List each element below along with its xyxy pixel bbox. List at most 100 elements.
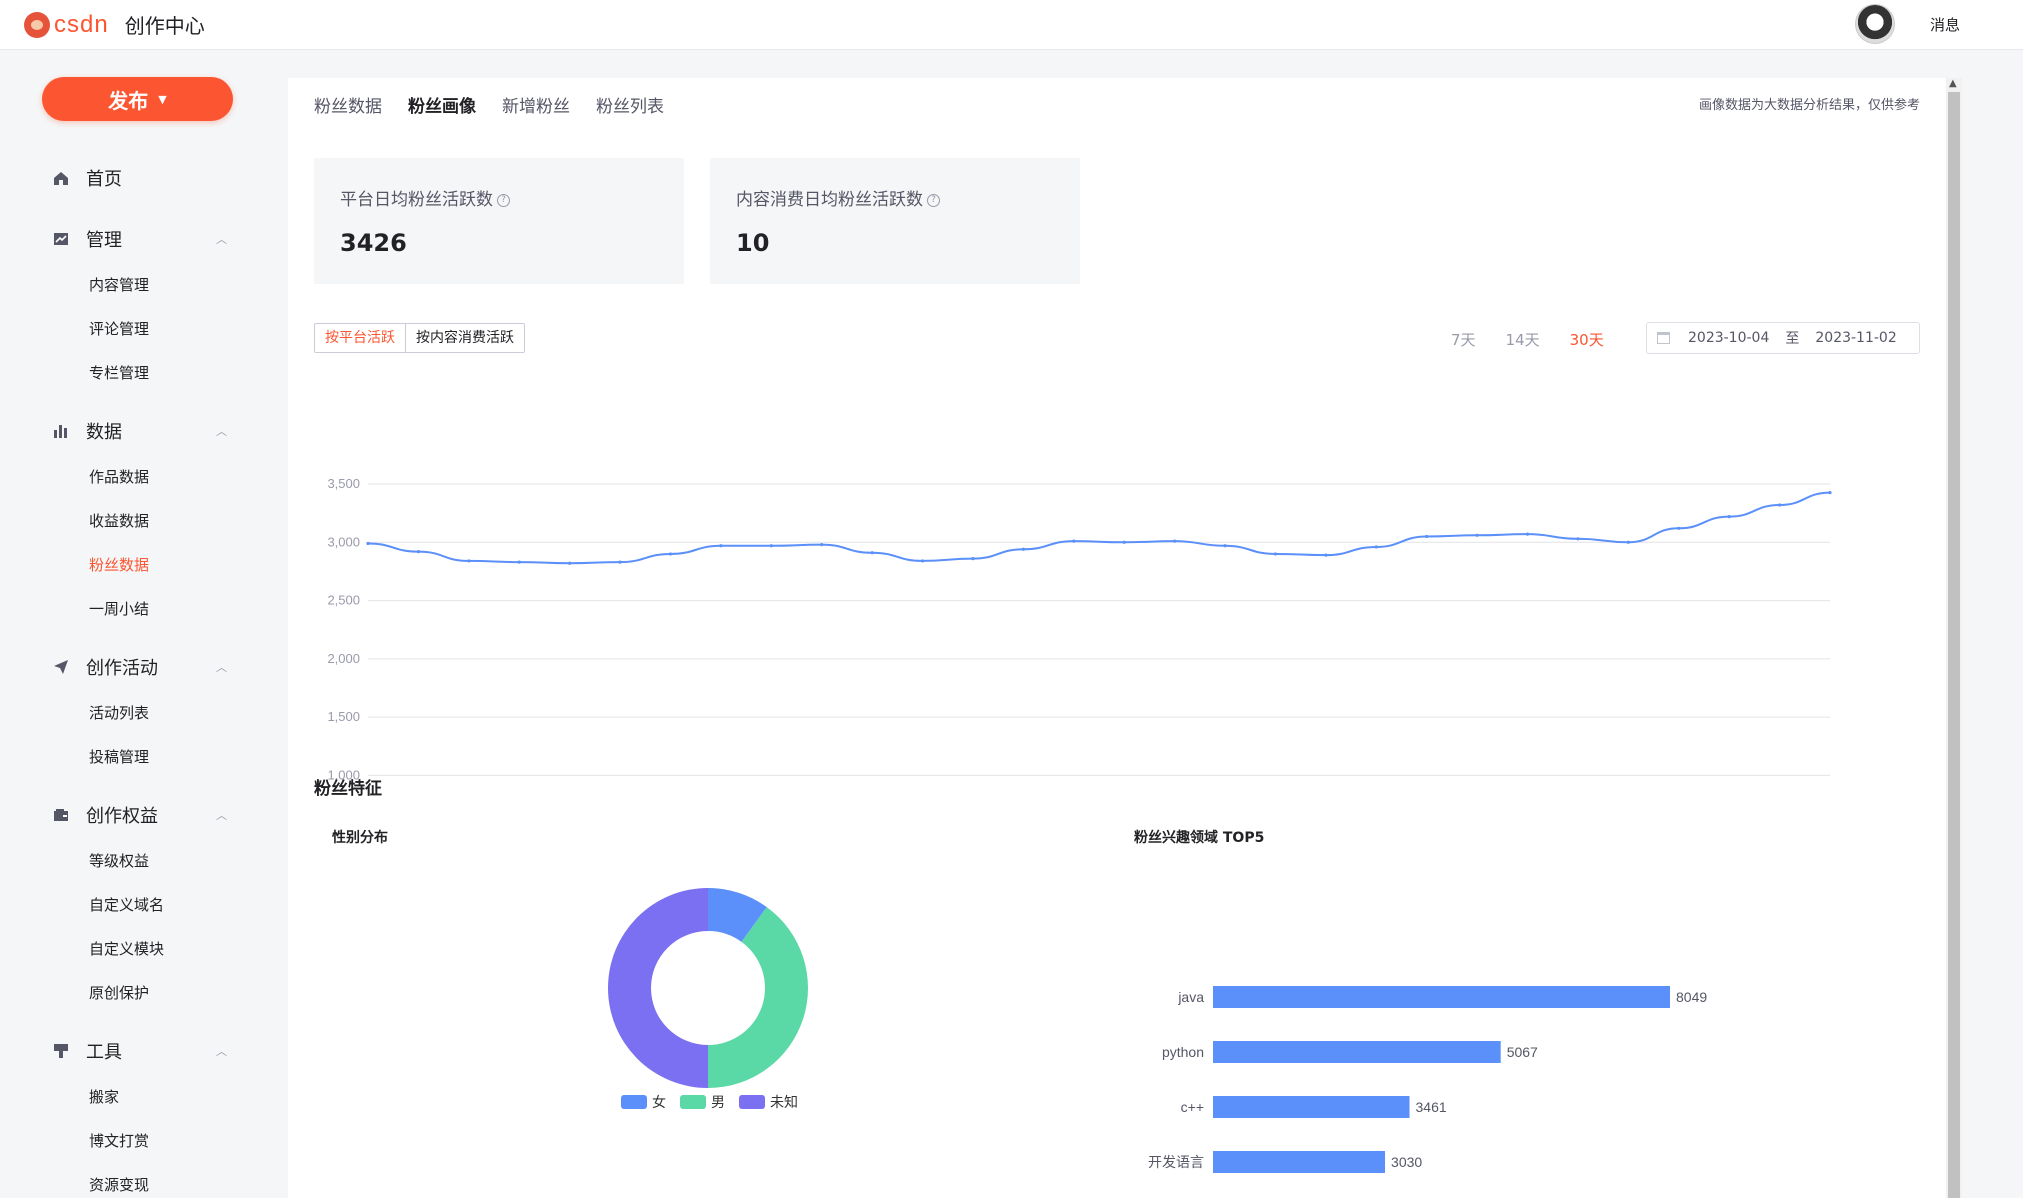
stat-card-value: 10 xyxy=(736,229,770,257)
data-point xyxy=(1828,491,1832,495)
data-point xyxy=(1425,534,1429,539)
gender-donut-chart xyxy=(608,888,808,1088)
sidebar-item-level-rights[interactable]: 等级权益 xyxy=(89,850,149,871)
range-30d[interactable]: 30天 xyxy=(1570,329,1604,350)
legend-item-unknown[interactable]: 未知 xyxy=(739,1092,798,1112)
scrollbar[interactable]: ▲ xyxy=(1946,78,1962,1198)
sidebar-item-monetize[interactable]: 资源变现 xyxy=(89,1174,149,1195)
section-title: 粉丝特征 xyxy=(314,779,382,799)
sidebar-item-label: 首页 xyxy=(86,169,122,190)
stat-card-title: 内容消费日均粉丝活跃数? xyxy=(736,185,940,210)
toggle-platform[interactable]: 按平台活跃 xyxy=(315,324,406,352)
sidebar-item-original-protection[interactable]: 原创保护 xyxy=(89,982,149,1003)
legend-item-male[interactable]: 男 xyxy=(680,1092,725,1112)
sidebar-item-move[interactable]: 搬家 xyxy=(89,1086,119,1107)
chevron-up-icon: ︿ xyxy=(216,1045,227,1058)
chevron-up-icon: ︿ xyxy=(216,233,227,246)
data-point xyxy=(1223,544,1227,548)
messages-link[interactable]: 消息 xyxy=(1930,14,1960,35)
y-tick-label: 3,000 xyxy=(327,534,360,549)
data-point xyxy=(769,544,773,548)
data-point xyxy=(920,559,925,563)
data-point xyxy=(1677,526,1681,530)
tab-fans-portrait[interactable]: 粉丝画像 xyxy=(408,92,476,117)
data-point xyxy=(1072,539,1076,543)
scroll-up-icon[interactable]: ▲ xyxy=(1949,78,1957,89)
y-tick-label: 3,500 xyxy=(327,476,360,491)
sidebar-item-content[interactable]: 内容管理 xyxy=(89,274,149,295)
bar-category-label: python xyxy=(1162,1044,1204,1060)
range-14d[interactable]: 14天 xyxy=(1506,329,1540,350)
range-7d[interactable]: 7天 xyxy=(1451,329,1476,350)
tab-new-fans[interactable]: 新增粉丝 xyxy=(502,92,570,117)
data-point xyxy=(971,557,975,561)
bar xyxy=(1213,1151,1386,1173)
sidebar-group-activities[interactable]: 创作活动 ︿ xyxy=(0,655,268,679)
bar-value-label: 5067 xyxy=(1507,1044,1538,1060)
gender-chart-title: 性别分布 xyxy=(332,830,388,846)
sidebar-item-tips[interactable]: 博文打赏 xyxy=(89,1130,149,1151)
bar xyxy=(1213,1096,1410,1118)
scrollbar-thumb[interactable] xyxy=(1948,92,1960,1198)
sidebar-item-fans-data[interactable]: 粉丝数据 xyxy=(89,554,149,575)
data-point xyxy=(366,541,370,546)
legend-item-female[interactable]: 女 xyxy=(621,1092,666,1112)
sidebar-group-rights[interactable]: 创作权益 ︿ xyxy=(0,803,268,827)
sidebar-item-home[interactable]: 首页 xyxy=(0,166,268,190)
stat-card-value: 3426 xyxy=(340,229,407,257)
y-tick-label: 2,500 xyxy=(327,593,360,608)
publish-button[interactable]: 发布 ▼ xyxy=(42,77,233,121)
caret-down-icon: ▼ xyxy=(158,92,167,106)
bar xyxy=(1213,986,1670,1008)
avatar[interactable] xyxy=(1855,4,1895,44)
data-point xyxy=(1525,532,1530,536)
sidebar-item-submissions[interactable]: 投稿管理 xyxy=(89,746,149,767)
sidebar-item-custom-module[interactable]: 自定义模块 xyxy=(89,938,164,959)
data-point xyxy=(416,550,421,554)
brush-icon xyxy=(54,1044,68,1058)
sidebar-group-data[interactable]: 数据 ︿ xyxy=(0,419,268,443)
sidebar-item-income-data[interactable]: 收益数据 xyxy=(89,510,149,531)
sidebar-item-weekly[interactable]: 一周小结 xyxy=(89,598,149,619)
stat-card-title: 平台日均粉丝活跃数? xyxy=(340,185,510,210)
donut-slice xyxy=(708,907,808,1088)
tab-fans-list[interactable]: 粉丝列表 xyxy=(596,92,664,117)
bar-value-label: 8049 xyxy=(1676,989,1707,1005)
data-point xyxy=(668,552,673,556)
help-icon[interactable]: ? xyxy=(497,193,510,207)
toggle-content[interactable]: 按内容消费活跃 xyxy=(406,324,524,352)
sidebar-group-tools[interactable]: 工具 ︿ xyxy=(0,1039,268,1063)
legend-swatch xyxy=(621,1095,647,1109)
sidebar-group-label: 创作活动 xyxy=(86,658,158,679)
date-range-picker[interactable]: 2023-10-04 至 2023-11-02 xyxy=(1646,322,1920,354)
sidebar-group-label: 数据 xyxy=(86,422,122,443)
sidebar-item-custom-domain[interactable]: 自定义域名 xyxy=(89,894,164,915)
legend-label: 男 xyxy=(711,1095,725,1111)
bar-value-label: 3461 xyxy=(1416,1099,1447,1115)
chevron-up-icon: ︿ xyxy=(216,809,227,822)
logo-text: csdn xyxy=(54,10,109,38)
date-end[interactable]: 2023-11-02 xyxy=(1815,330,1896,346)
bar-value-label: 3030 xyxy=(1391,1154,1422,1170)
activity-toggle: 按平台活跃 按内容消费活跃 xyxy=(314,323,525,353)
help-icon[interactable]: ? xyxy=(927,193,940,207)
sidebar-group-manage[interactable]: 管理 ︿ xyxy=(0,227,268,251)
chevron-up-icon: ︿ xyxy=(216,425,227,438)
data-point xyxy=(1626,540,1630,544)
date-start[interactable]: 2023-10-04 xyxy=(1688,330,1769,346)
data-point xyxy=(1273,552,1278,556)
top-bar: csdn 创作中心 消息 xyxy=(0,0,2023,50)
sidebar-group-label: 工具 xyxy=(86,1042,122,1063)
sidebar-item-activity-list[interactable]: 活动列表 xyxy=(89,702,149,723)
tab-fans-data[interactable]: 粉丝数据 xyxy=(314,92,382,117)
bar-category-label: 开发语言 xyxy=(1148,1154,1204,1170)
sidebar-group-label: 创作权益 xyxy=(86,806,158,827)
csdn-logo[interactable]: csdn 创作中心 xyxy=(24,10,205,39)
data-point xyxy=(1576,537,1580,541)
sidebar-group-label: 管理 xyxy=(86,230,122,251)
sidebar-item-works-data[interactable]: 作品数据 xyxy=(89,466,149,487)
tab-bar: 粉丝数据 粉丝画像 新增粉丝 粉丝列表 xyxy=(314,92,664,117)
sidebar-item-columns[interactable]: 专栏管理 xyxy=(89,362,149,383)
sidebar-item-comments[interactable]: 评论管理 xyxy=(89,318,149,339)
data-point xyxy=(1374,545,1378,549)
